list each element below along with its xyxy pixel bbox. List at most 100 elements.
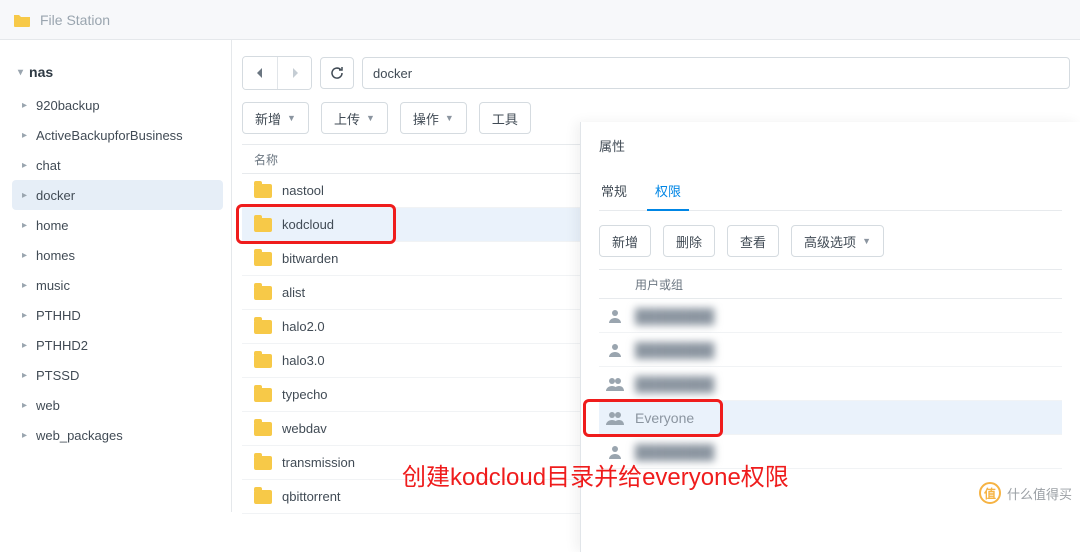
chevron-down-icon: ▼ [862, 236, 871, 246]
sidebar-item-label: 920backup [36, 98, 100, 113]
perm-delete-button[interactable]: 删除 [663, 225, 715, 257]
perm-row[interactable]: ████████ [599, 299, 1062, 333]
titlebar: File Station [0, 0, 1080, 40]
panel-title: 属性 [599, 136, 1062, 155]
sidebar-item-label: docker [36, 188, 75, 203]
folder-icon [254, 422, 272, 436]
sidebar-item-home[interactable]: ▸home [12, 210, 223, 240]
caret-right-icon: ▸ [22, 250, 32, 261]
new-button[interactable]: 新增▼ [242, 102, 309, 134]
sidebar-item-music[interactable]: ▸ music [12, 270, 223, 300]
chevron-down-icon: ▼ [366, 113, 375, 123]
folder-icon [254, 320, 272, 334]
annotation-text: 创建kodcloud目录并给everyone权限 [402, 457, 789, 492]
sidebar-item-web[interactable]: ▸ web [12, 390, 223, 420]
file-name: alist [282, 285, 305, 300]
sidebar-item-label: web [36, 398, 60, 413]
caret-right-icon: ▸ [22, 310, 32, 321]
nav-toolbar [242, 56, 1080, 102]
group-icon [605, 408, 625, 428]
perm-label: ████████ [635, 376, 714, 392]
sidebar-item-label: PTSSD [36, 368, 79, 383]
sidebar-item-homes[interactable]: ▸ homes [12, 240, 223, 270]
app-icon [12, 10, 32, 30]
caret-right-icon: ▸ [22, 430, 32, 441]
file-name: halo3.0 [282, 353, 325, 368]
perm-row[interactable]: ████████ [599, 333, 1062, 367]
sidebar-item-label: PTHHD2 [36, 338, 88, 353]
sidebar-item-label: PTHHD [36, 308, 81, 323]
back-button[interactable] [243, 57, 277, 89]
app-title: File Station [40, 12, 110, 28]
operate-button[interactable]: 操作▼ [400, 102, 467, 134]
sidebar-item-label: home [36, 218, 69, 233]
sidebar-item-920backup[interactable]: ▸ 920backup [12, 90, 223, 120]
panel-tabs: 常规 权限 [599, 173, 1062, 211]
caret-down-icon: ▾ [18, 67, 23, 78]
caret-right-icon: ▸ [22, 340, 32, 351]
sidebar-item-label: music [36, 278, 70, 293]
sidebar-item-activebackupforbusiness[interactable]: ▸ActiveBackupforBusiness [12, 120, 223, 150]
tools-button[interactable]: 工具 [479, 102, 531, 134]
folder-icon [254, 490, 272, 504]
perm-column-user: 用户或组 [635, 276, 683, 293]
perm-label: ████████ [635, 342, 714, 358]
caret-right-icon: ▸ [22, 190, 32, 201]
file-name: transmission [282, 455, 355, 470]
folder-icon [254, 286, 272, 300]
perm-view-button[interactable]: 查看 [727, 225, 779, 257]
folder-icon [254, 218, 272, 232]
file-name: qbittorrent [282, 489, 341, 504]
upload-button[interactable]: 上传▼ [321, 102, 388, 134]
perm-label: ████████ [635, 308, 714, 324]
group-icon [605, 374, 625, 394]
sidebar-item-label: web_packages [36, 428, 123, 443]
sidebar-item-label: homes [36, 248, 75, 263]
caret-right-icon: ▸ [22, 100, 32, 111]
sidebar-item-pthhd2[interactable]: ▸ PTHHD2 [12, 330, 223, 360]
perm-advanced-button[interactable]: 高级选项▼ [791, 225, 884, 257]
perm-new-button[interactable]: 新增 [599, 225, 651, 257]
reload-button[interactable] [320, 57, 354, 89]
perm-label: Everyone [635, 410, 694, 426]
perm-row[interactable]: Everyone [599, 401, 1062, 435]
file-name: kodcloud [282, 217, 334, 232]
watermark: 值 什么值得买 [979, 482, 1072, 504]
sidebar: ▾ nas ▸920backup▸ActiveBackupforBusiness… [0, 40, 232, 512]
perm-list: ████████████████████████Everyone████████ [599, 299, 1062, 469]
folder-icon [254, 456, 272, 470]
user-icon [605, 306, 625, 326]
watermark-logo-icon: 值 [979, 482, 1001, 504]
perm-row[interactable]: ████████ [599, 367, 1062, 401]
sidebar-item-docker[interactable]: ▸ docker [12, 180, 223, 210]
file-name: nastool [282, 183, 324, 198]
panel-actions: 新增 删除 查看 高级选项▼ [599, 225, 1062, 257]
file-name: bitwarden [282, 251, 338, 266]
path-input[interactable] [362, 57, 1070, 89]
caret-right-icon: ▸ [22, 280, 32, 291]
folder-icon [254, 388, 272, 402]
column-name-header[interactable]: 名称 [254, 151, 278, 168]
chevron-down-icon: ▼ [287, 113, 296, 123]
forward-button[interactable] [277, 57, 311, 89]
folder-icon [254, 184, 272, 198]
caret-right-icon: ▸ [22, 160, 32, 171]
sidebar-item-pthhd[interactable]: ▸ PTHHD [12, 300, 223, 330]
chevron-down-icon: ▼ [445, 113, 454, 123]
content-area: 新增▼ 上传▼ 操作▼ 工具 名称 nastoolkodcloudbitward… [232, 40, 1080, 512]
user-icon [605, 340, 625, 360]
file-name: halo2.0 [282, 319, 325, 334]
caret-right-icon: ▸ [22, 400, 32, 411]
file-name: webdav [282, 421, 327, 436]
sidebar-item-web_packages[interactable]: ▸ web_packages [12, 420, 223, 450]
tree-root[interactable]: ▾ nas [12, 58, 223, 90]
sidebar-item-chat[interactable]: ▸ chat [12, 150, 223, 180]
sidebar-item-label: chat [36, 158, 61, 173]
file-name: typecho [282, 387, 328, 402]
sidebar-item-label: ActiveBackupforBusiness [36, 128, 183, 143]
sidebar-item-ptssd[interactable]: ▸ PTSSD [12, 360, 223, 390]
caret-right-icon: ▸ [22, 370, 32, 381]
nav-history-group [242, 56, 312, 90]
tab-general[interactable]: 常规 [599, 173, 629, 210]
tab-permission[interactable]: 权限 [653, 173, 683, 210]
